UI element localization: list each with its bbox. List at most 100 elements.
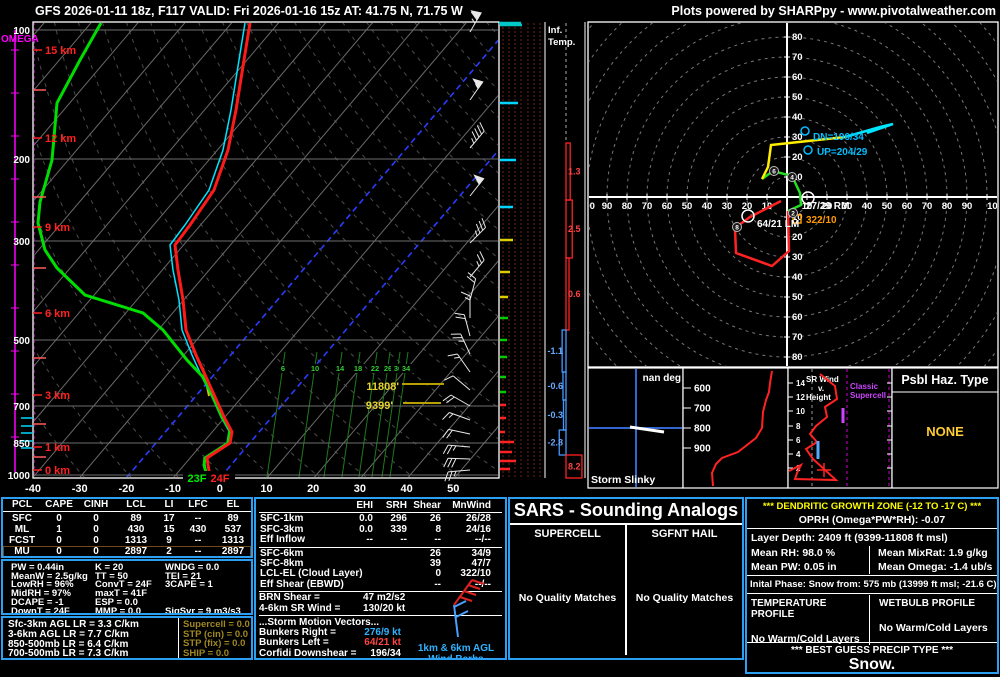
hodo-speed-label: 50 <box>882 201 893 212</box>
classic-supercell-label: Classic <box>850 382 879 391</box>
hodo-speed-label: 60 <box>662 201 673 212</box>
header-title: GFS 2026-01-11 18z, F117 VALID: Fri 2026… <box>35 4 463 18</box>
hazard-title: Psbl Haz. Type <box>901 373 988 387</box>
mixing-ratio-label: 6 <box>281 364 285 373</box>
adv-value: 0.6 <box>568 289 581 299</box>
dendritic-growth-zone-title: *** DENDRITIC GROWTH ZONE (-12 TO -17 C)… <box>762 501 982 512</box>
sr-wind-height-label: 12 <box>796 393 805 402</box>
theta-e-pressure-label: 700 <box>694 404 711 415</box>
thermo-value: 3CAPE = 1 <box>165 579 213 591</box>
adv-value: 2.5 <box>568 224 581 234</box>
thermo-col-3: WNDG = 0.0 TEI = 21 3CAPE = 1 SigSvr = 9 m… <box>165 563 241 613</box>
oprh-value: OPRH (Omega*PW*RH): -0.07 <box>798 514 946 526</box>
mixing-ratio-label: 26 <box>384 364 392 373</box>
sars-supercell-message: No Quality Matches <box>518 592 617 604</box>
barb-note-line2: Wind Barbs <box>428 654 484 660</box>
temp-axis-label: 30 <box>354 483 366 495</box>
hodo-speed-label: 70 <box>642 201 653 212</box>
hodo-km-marker: 6 <box>772 169 776 176</box>
hodo-speed-label: 70 <box>922 201 933 212</box>
lapse-rate-panel: Sfc-3km AGL LR = 3.3 C/km 3-6km AGL LR = … <box>1 616 253 660</box>
hodo-km-marker: 4 <box>790 175 794 182</box>
slinky-title: Storm Slinky <box>591 474 655 486</box>
hodo-speed-label: 60 <box>902 201 913 212</box>
theta-e-pressure-label: 600 <box>694 384 711 395</box>
kinematics-row: Eff Inflow--------/----/-- <box>260 534 491 546</box>
temp-axis-label: 10 <box>260 483 272 495</box>
hodo-annotation: UP=204/29 <box>817 147 868 158</box>
hodo-speed-label: 80 <box>792 352 803 363</box>
hodo-speed-label: 30 <box>722 201 733 212</box>
thermo-col-1: PW = 0.44in MeanW = 2.5g/kg LowRH = 96% Mid… <box>11 563 88 615</box>
height-agl-label: 0 km <box>45 465 70 477</box>
sr-wind-height-label: 8 <box>796 422 801 431</box>
pressure-label: 200 <box>13 155 30 166</box>
pressure-label: 300 <box>13 237 30 248</box>
temp-axis-label: 20 <box>307 483 319 495</box>
surface-temp-label: 23F <box>188 473 207 485</box>
surface-temp-label: 24F <box>211 473 230 485</box>
temperature-profile-header: TEMPERATURE PROFILE <box>751 598 827 620</box>
mixing-ratio-label: 34 <box>402 364 411 373</box>
sr-wind-title: v. <box>818 384 824 393</box>
adv-value: -1.1 <box>547 346 563 356</box>
sr-wind-title: Height <box>806 393 831 402</box>
adv-value: -2.8 <box>547 438 563 448</box>
parcel-row-mu: MU 0 0 2897 2 -- 2897 <box>3 546 251 556</box>
height-agl-label: 12 km <box>45 133 76 145</box>
height-agl-label: 15 km <box>45 45 76 57</box>
hodo-speed-label: 50 <box>682 201 693 212</box>
pressure-label: 100 <box>13 26 30 37</box>
hodo-km-marker: 2 <box>791 211 795 218</box>
sars-panel: SARS - Sounding Analogs SUPERCELL No Qua… <box>508 497 744 660</box>
hodo-speed-label: 40 <box>792 272 803 283</box>
hodo-speed-label: 80 <box>792 32 803 43</box>
kinematics-panel: 1km & 6km AGL Wind Barbs EHI SRH Shear MnWi… <box>254 497 507 660</box>
adv-title-line1: Inf. <box>548 25 562 36</box>
best-guess-precip-value: Snow. <box>848 656 896 673</box>
hodo-speed-label: 90 <box>962 201 973 212</box>
temp-axis-label: -20 <box>118 483 134 495</box>
dgz-height-label: 9399' <box>366 400 393 412</box>
wetbulb-profile-box: WETBULB PROFILE No Warm/Cold Layers <box>869 595 997 645</box>
6km-wind-barb-icon <box>453 604 459 638</box>
adv-value: 8.2 <box>568 462 581 472</box>
hodo-speed-label: 40 <box>862 201 873 212</box>
hodo-annotation: 64/21 LM <box>757 219 799 230</box>
divider <box>3 511 251 512</box>
best-guess-precip-header: *** BEST GUESS PRECIP TYPE *** <box>790 645 954 656</box>
hodo-speed-label: 30 <box>792 252 803 263</box>
thermo-col-2: K = 20 TT = 50 ConvT = 24F maxT = 41F ESP = … <box>95 563 152 613</box>
height-agl-label: 3 km <box>45 390 70 402</box>
parcel-row-fcst: FCST 0 0 1313 9 -- 1313 <box>8 535 245 546</box>
sars-title: SARS - Sounding Analogs <box>510 499 742 525</box>
sars-hail-message: No Quality Matches <box>635 592 734 604</box>
temp-axis-label: -10 <box>165 483 181 495</box>
hodo-speed-label: 50 <box>792 292 803 303</box>
sr-wind-height-label: 4 <box>796 450 801 459</box>
height-agl-label: 1 km <box>45 442 70 454</box>
sounding-graphics: GFS 2026-01-11 18z, F117 VALID: Fri 2026… <box>0 0 1000 497</box>
adv-title-line2: Temp. <box>548 37 575 48</box>
sr-wind-height-label: 10 <box>796 407 805 416</box>
lapse-rate-value: 700-500mb LR = 7.3 C/km <box>8 648 129 660</box>
temp-axis-label: -40 <box>25 483 41 495</box>
temp-axis-label: -30 <box>72 483 88 495</box>
parcel-table-panel: PCL CAPE CINH LCL LI LFC EL SFC 0 0 89 17 -- 89 ML 1 0 43… <box>1 497 253 558</box>
winter-weather-panel: *** DENDRITIC GROWTH ZONE (-12 TO -17 C)… <box>745 497 999 674</box>
adv-value: -0.6 <box>547 381 563 391</box>
header-credit: Plots powered by SHARPpy - www.pivotalwe… <box>671 4 996 18</box>
wetbulb-profile-message: No Warm/Cold Layers <box>879 622 988 634</box>
temp-axis-label: 50 <box>447 483 459 495</box>
composite-index-value: SHIP = 0.0 <box>183 647 230 659</box>
pressure-label: 850 <box>13 439 30 450</box>
sars-hail-header: SGFNT HAIL <box>651 528 718 540</box>
thermo-value: DownT = 24F <box>11 605 70 615</box>
mean-omega: Mean Omega: -1.4 ub/s <box>869 560 997 574</box>
hodo-speed-label: 60 <box>792 72 803 83</box>
thermo-indices-panel: PW = 0.44in MeanW = 2.5g/kg LowRH = 96% Mid… <box>1 559 253 615</box>
hodo-speed-label: 40 <box>702 201 713 212</box>
parcel-row-sfc: SFC 0 0 89 17 -- 89 <box>12 513 239 524</box>
agl-wind-barb-icons <box>453 579 485 638</box>
height-agl-label: 6 km <box>45 308 70 320</box>
